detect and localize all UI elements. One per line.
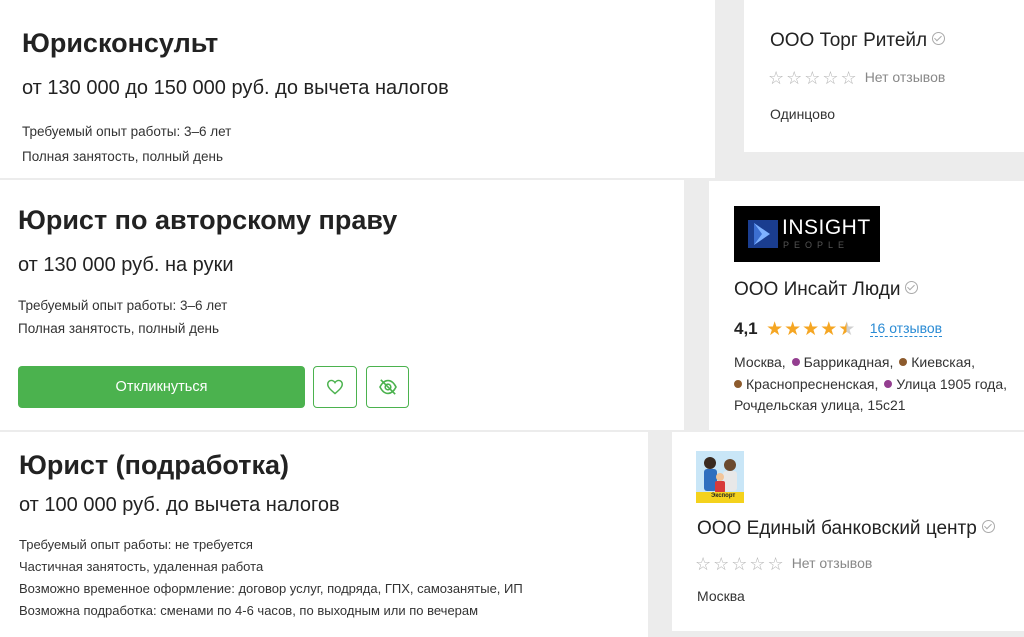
vacancy-experience: Требуемый опыт работы: 3–6 лет xyxy=(18,298,228,313)
vacancy-employment: Полная занятость, полный день xyxy=(18,321,220,336)
company-name-3[interactable]: ООО Единый банковский центр xyxy=(697,518,995,540)
vacancy-experience: Требуемый опыт работы: 3–6 лет xyxy=(22,124,232,139)
metro-brown-icon xyxy=(734,379,742,388)
no-reviews-text: Нет отзывов xyxy=(791,555,873,571)
metro-brown-icon xyxy=(899,358,908,366)
vacancy-title[interactable]: Юрисконсульт xyxy=(22,28,218,59)
company-name-2[interactable]: ООО Инсайт Люди xyxy=(734,279,919,301)
address-line-1: Москва, Баррикадная, Киевская, xyxy=(734,354,975,370)
verified-icon xyxy=(981,520,995,534)
company-logo-ebc[interactable]: Экспорт xyxy=(696,451,744,503)
heart-icon xyxy=(326,379,344,395)
verified-icon xyxy=(932,32,946,46)
vacancy-title[interactable]: Юрист по авторскому праву xyxy=(18,205,397,236)
metro-purple-icon xyxy=(791,358,800,366)
company-logo-insight[interactable]: INSIGHT PEOPLE xyxy=(734,206,880,262)
star-icons: ☆☆☆☆☆ xyxy=(695,554,786,574)
company-name-text[interactable]: ООО Инсайт Люди xyxy=(734,279,900,300)
star-icons-filled: ★★★★ xyxy=(766,319,839,340)
vacancy-employment: Полная занятость, полный день xyxy=(22,149,224,164)
vacancy-contract: Возможно временное оформление: договор у… xyxy=(19,581,523,596)
verified-icon xyxy=(905,281,919,295)
logo-text: Экспорт xyxy=(711,493,736,499)
apply-button[interactable]: Откликнуться xyxy=(18,366,305,408)
metro-station: Улица 1905 года xyxy=(896,375,1004,392)
logo-text: INSIGHT xyxy=(782,216,871,239)
star-icons: ☆☆☆☆☆ xyxy=(768,68,859,88)
insight-logo-mark xyxy=(748,220,778,248)
vacancy-salary: от 130 000 руб. на руки xyxy=(18,254,234,276)
metro-station: Киевская xyxy=(911,354,972,370)
rating-value: 4,1 xyxy=(734,319,758,338)
vacancy-parttime: Возможна подработка: сменами по 4-6 часо… xyxy=(19,603,479,618)
vacancy-title[interactable]: Юрист (подработка) xyxy=(19,450,289,481)
vacancy-salary: от 100 000 руб. до вычета налогов xyxy=(19,494,340,516)
company-name-1[interactable]: ООО Торг Ритейл xyxy=(770,30,946,52)
company-city: Одинцово xyxy=(770,106,836,122)
star-half-icon: ★ xyxy=(838,319,856,340)
favorite-button[interactable] xyxy=(313,366,357,408)
no-reviews-text: Нет отзывов xyxy=(864,69,946,85)
company-name-text[interactable]: ООО Торг Ритейл xyxy=(770,30,927,51)
metro-purple-icon xyxy=(884,379,893,388)
company-name-text[interactable]: ООО Единый банковский центр xyxy=(697,518,977,539)
company-rating: 4,1 ★★★★★ 16 отзывов xyxy=(734,318,943,341)
address-line-3: Рочдельская улица, 15с21 xyxy=(734,397,906,413)
metro-station: Краснопресненская xyxy=(746,375,875,392)
address-line-2: Краснопресненская, Улица 1905 года, xyxy=(734,374,1007,396)
company-city: Москва xyxy=(697,588,745,604)
vacancy-employment: Частичная занятость, удаленная работа xyxy=(19,559,264,574)
rating-stars-empty: ☆☆☆☆☆ Нет отзывов xyxy=(695,554,872,575)
metro-station: Баррикадная xyxy=(803,354,890,370)
rating-stars-empty: ☆☆☆☆☆ Нет отзывов xyxy=(768,68,945,89)
eye-off-icon xyxy=(378,379,397,395)
reviews-link[interactable]: 16 отзывов xyxy=(869,320,943,337)
company-address: Москва, Баррикадная, Киевская, Краснопре… xyxy=(734,352,1007,417)
hide-button[interactable] xyxy=(366,366,409,408)
logo-subtext: PEOPLE xyxy=(783,240,850,250)
vacancy-experience: Требуемый опыт работы: не требуется xyxy=(19,537,253,552)
vacancy-salary: от 130 000 до 150 000 руб. до вычета нал… xyxy=(22,77,449,99)
